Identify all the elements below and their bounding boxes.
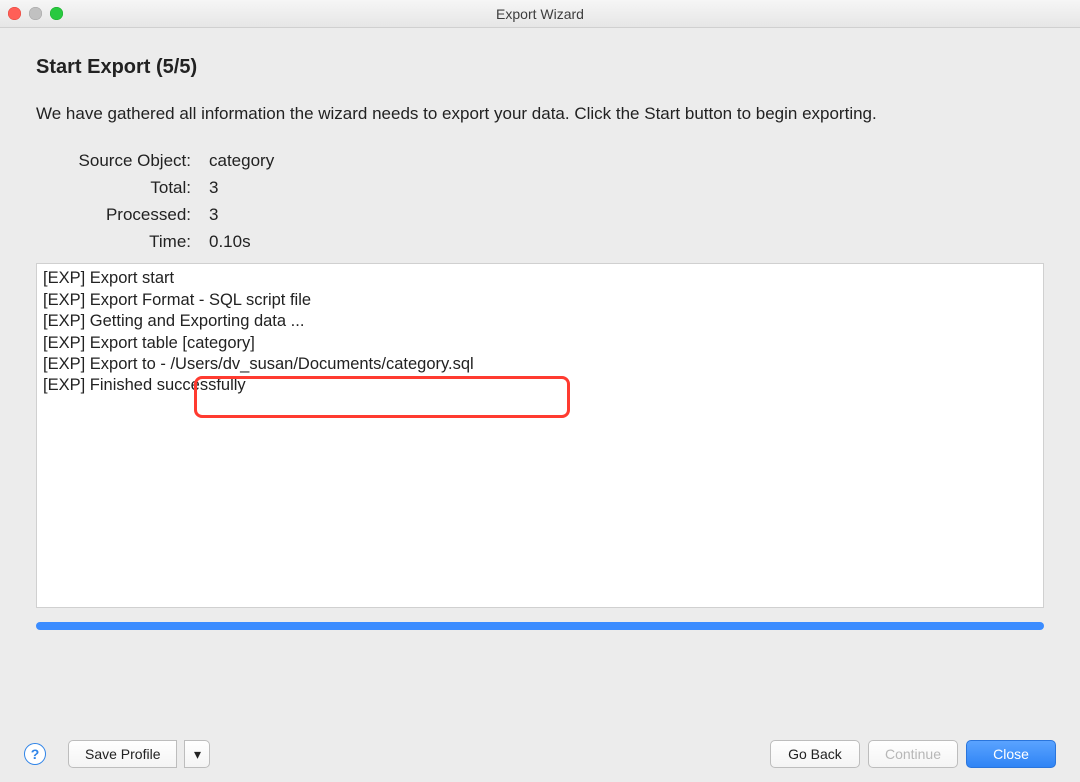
window-title: Export Wizard <box>496 6 584 22</box>
source-object-label: Source Object: <box>44 147 209 174</box>
source-object-value: category <box>209 147 1044 174</box>
total-label: Total: <box>44 174 209 201</box>
export-log[interactable]: [EXP] Export start [EXP] Export Format -… <box>36 263 1044 608</box>
continue-button[interactable]: Continue <box>868 740 958 768</box>
progress-track <box>36 622 1044 630</box>
save-profile-button[interactable]: Save Profile <box>68 740 177 768</box>
progress-fill <box>36 622 1044 630</box>
go-back-button[interactable]: Go Back <box>770 740 860 768</box>
close-window-icon[interactable] <box>8 7 21 20</box>
zoom-window-icon[interactable] <box>50 7 63 20</box>
minimize-window-icon[interactable] <box>29 7 42 20</box>
page-description: We have gathered all information the wiz… <box>36 101 1044 127</box>
processed-label: Processed: <box>44 201 209 228</box>
help-button[interactable]: ? <box>24 743 46 765</box>
save-profile-dropdown[interactable]: ▾ <box>184 740 210 768</box>
page-heading: Start Export (5/5) <box>36 56 1044 79</box>
total-value: 3 <box>209 174 1044 201</box>
time-label: Time: <box>44 228 209 255</box>
window-controls <box>8 7 63 20</box>
summary-table: Source Object: category Total: 3 Process… <box>44 147 1044 256</box>
titlebar: Export Wizard <box>0 0 1080 28</box>
close-button[interactable]: Close <box>966 740 1056 768</box>
wizard-page: Start Export (5/5) We have gathered all … <box>0 28 1080 630</box>
processed-value: 3 <box>209 201 1044 228</box>
time-value: 0.10s <box>209 228 1044 255</box>
footer: ? Save Profile ▾ Go Back Continue Close <box>0 740 1080 768</box>
